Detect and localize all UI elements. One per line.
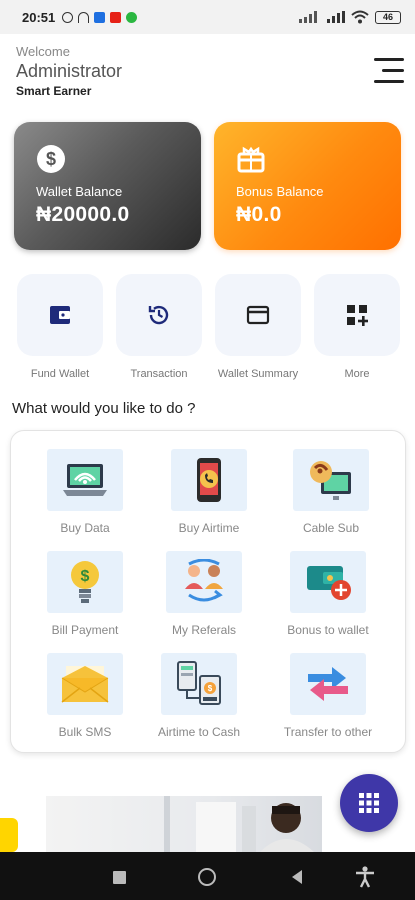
status-bar: 20:51 46 xyxy=(0,0,415,34)
svg-text:$: $ xyxy=(46,149,56,169)
bulk-sms-button[interactable]: Bulk SMS xyxy=(25,653,145,739)
buy-data-label: Buy Data xyxy=(60,521,110,535)
card-icon xyxy=(246,305,270,325)
promo-banner[interactable] xyxy=(46,796,322,852)
dollar-coin-icon: $ xyxy=(37,145,65,173)
battery-icon: 46 xyxy=(375,10,401,24)
more-label: More xyxy=(344,368,370,380)
transfer-to-other-label: Transfer to other xyxy=(283,725,373,739)
my-referals-label: My Referals xyxy=(171,623,236,637)
recent-apps-icon[interactable] xyxy=(108,866,130,888)
signal-icon xyxy=(327,11,345,23)
bonus-balance-amount: ₦0.0 xyxy=(236,203,282,226)
quick-actions: Fund Wallet Transaction Wallet Summary M… xyxy=(16,274,401,384)
promo-side-tab[interactable] xyxy=(0,818,18,852)
more-button[interactable]: More xyxy=(313,274,401,380)
grid-icon xyxy=(359,793,379,813)
hamburger-menu-icon[interactable] xyxy=(374,58,406,84)
buy-data-button[interactable]: Buy Data xyxy=(25,449,145,535)
user-name: Administrator xyxy=(16,61,123,81)
fund-wallet-button[interactable]: Fund Wallet xyxy=(16,274,104,380)
airtime-to-cash-button[interactable]: $ Airtime to Cash xyxy=(139,653,259,739)
back-icon[interactable] xyxy=(286,866,308,888)
bonus-to-wallet-button[interactable]: Bonus to wallet xyxy=(268,551,388,637)
grid-menu-fab[interactable] xyxy=(340,774,398,832)
buy-airtime-button[interactable]: Buy Airtime xyxy=(149,449,269,535)
accessibility-icon[interactable] xyxy=(354,866,376,888)
my-referals-button[interactable]: My Referals xyxy=(144,551,264,637)
transaction-button[interactable]: Transaction xyxy=(115,274,203,380)
status-time: 20:51 xyxy=(22,9,56,25)
phone-to-cash-icon: $ xyxy=(177,661,221,705)
fund-wallet-label: Fund Wallet xyxy=(30,368,90,380)
svg-text:$: $ xyxy=(208,684,213,693)
phone-call-icon xyxy=(197,458,221,502)
wallet-balance-card[interactable]: $ Wallet Balance ₦20000.0 xyxy=(14,122,201,250)
wallet-transfer-icon xyxy=(307,566,351,600)
bulk-sms-label: Bulk SMS xyxy=(58,725,112,739)
bill-payment-label: Bill Payment xyxy=(51,623,119,637)
wallet-summary-button[interactable]: Wallet Summary xyxy=(214,274,302,380)
laptop-wifi-icon xyxy=(63,464,107,496)
transfer-arrows-icon xyxy=(308,667,348,701)
person-photo-icon xyxy=(164,796,314,852)
bill-payment-button[interactable]: $ Bill Payment xyxy=(25,551,145,637)
whatsapp-icon xyxy=(126,11,138,23)
cable-sub-label: Cable Sub xyxy=(302,521,360,535)
svg-text:$: $ xyxy=(81,568,90,585)
history-icon xyxy=(148,305,169,325)
lightbulb-dollar-icon: $ xyxy=(71,561,99,603)
wallet-balance-amount: ₦20000.0 xyxy=(36,203,130,226)
bonus-balance-label: Bonus Balance xyxy=(236,184,324,199)
cable-sub-button[interactable]: Cable Sub xyxy=(271,449,391,535)
system-nav-bar xyxy=(0,852,415,900)
satellite-tv-icon xyxy=(310,461,351,500)
alarm-icon xyxy=(62,11,74,23)
transaction-label: Transaction xyxy=(130,368,188,380)
envelope-icon xyxy=(61,666,109,703)
transfer-to-other-button[interactable]: Transfer to other xyxy=(268,653,388,739)
app-notification-icon xyxy=(94,11,106,23)
bonus-balance-card[interactable]: Bonus Balance ₦0.0 xyxy=(214,122,401,250)
buy-airtime-label: Buy Airtime xyxy=(178,521,240,535)
wallet-icon xyxy=(50,306,70,324)
welcome-text: Welcome xyxy=(16,44,70,59)
header: Welcome Administrator Smart Earner xyxy=(16,44,406,104)
referral-users-icon xyxy=(185,559,223,602)
home-icon[interactable] xyxy=(196,866,218,888)
wallet-balance-label: Wallet Balance xyxy=(36,184,123,199)
grid-plus-icon xyxy=(347,305,368,326)
bonus-to-wallet-label: Bonus to wallet xyxy=(287,623,369,637)
youtube-icon xyxy=(110,11,122,23)
headphones-icon xyxy=(78,11,90,23)
app-name: Smart Earner xyxy=(16,84,92,98)
section-title: What would you like to do ? xyxy=(12,400,196,417)
gift-icon xyxy=(237,146,265,173)
signal-icon xyxy=(299,11,317,23)
wifi-icon xyxy=(351,10,369,24)
services-grid: Buy Data Buy Airtime Cable Sub $ Bill Pa… xyxy=(10,430,406,753)
airtime-to-cash-label: Airtime to Cash xyxy=(157,725,241,739)
wallet-summary-label: Wallet Summary xyxy=(217,368,299,380)
